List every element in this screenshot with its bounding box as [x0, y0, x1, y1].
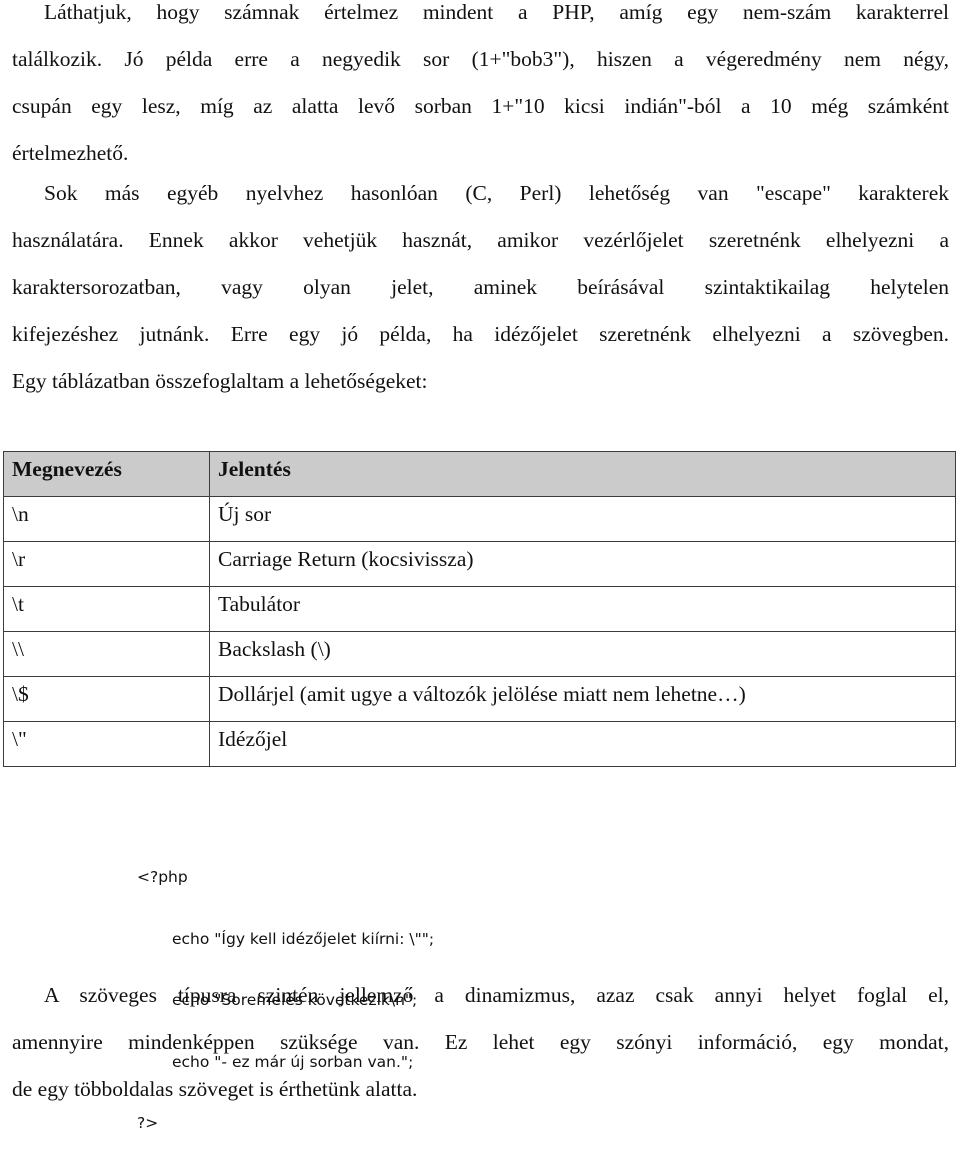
escape-sequence-table: Megnevezés Jelentés \n Új sor \r Carriag…	[3, 451, 956, 767]
table-row: \" Idézőjel	[3, 721, 956, 767]
code-close-tag: ?>	[137, 1114, 159, 1132]
escape-sequence-cell: \$	[3, 676, 210, 722]
escape-sequence-cell: \"	[3, 721, 210, 767]
table-row: \$ Dollárjel (amit ugye a változók jelöl…	[3, 676, 956, 722]
table-row: \t Tabulátor	[3, 586, 956, 632]
text-line: karaktersorozatban, vagy olyan jelet, am…	[12, 275, 949, 299]
meaning-cell: Dollárjel (amit ugye a változók jelölése…	[209, 676, 956, 722]
paragraph-string-dynamism: A szöveges típusra szintén jellemző a di…	[12, 972, 949, 1113]
meaning-cell: Backslash (\)	[209, 631, 956, 677]
text-line: de egy többoldalas szöveget is érthetünk…	[12, 1077, 418, 1101]
text-line: használatára. Ennek akkor vehetjük haszn…	[12, 228, 949, 252]
table-row: \r Carriage Return (kocsivissza)	[3, 541, 956, 587]
table-header-row: Megnevezés Jelentés	[3, 451, 956, 497]
escape-sequence-cell: \n	[3, 496, 210, 542]
text-line: amennyire mindenképpen szüksége van. Ez …	[12, 1030, 949, 1054]
paragraph-escape-characters: Sok más egyéb nyelvhez hasonlóan (C, Per…	[12, 170, 949, 405]
meaning-cell: Carriage Return (kocsivissza)	[209, 541, 956, 587]
text-line: találkozik. Jó példa erre a negyedik sor…	[12, 47, 949, 71]
column-header-name: Megnevezés	[3, 451, 210, 497]
text-line: Láthatjuk, hogy számnak értelmez mindent…	[44, 0, 949, 24]
paragraph-number-interpretation: Láthatjuk, hogy számnak értelmez mindent…	[12, 0, 949, 177]
text-line: Egy táblázatban összefoglaltam a lehetős…	[12, 369, 428, 393]
table-row: \n Új sor	[3, 496, 956, 542]
text-line: A szöveges típusra szintén jellemző a di…	[44, 983, 949, 1007]
code-open-tag: <?php	[137, 868, 188, 886]
meaning-cell: Tabulátor	[209, 586, 956, 632]
table-row: \\ Backslash (\)	[3, 631, 956, 677]
text-line: Sok más egyéb nyelvhez hasonlóan (C, Per…	[44, 181, 949, 205]
escape-sequence-cell: \\	[3, 631, 210, 677]
meaning-cell: Idézőjel	[209, 721, 956, 767]
escape-sequence-cell: \r	[3, 541, 210, 587]
code-line: echo "Így kell idézőjelet kiírni: \"";	[172, 929, 435, 948]
text-line: kifejezéshez jutnánk. Erre egy jó példa,…	[12, 322, 949, 346]
text-line: csupán egy lesz, míg az alatta levő sorb…	[12, 94, 949, 118]
meaning-cell: Új sor	[209, 496, 956, 542]
escape-sequence-cell: \t	[3, 586, 210, 632]
column-header-meaning: Jelentés	[209, 451, 956, 497]
